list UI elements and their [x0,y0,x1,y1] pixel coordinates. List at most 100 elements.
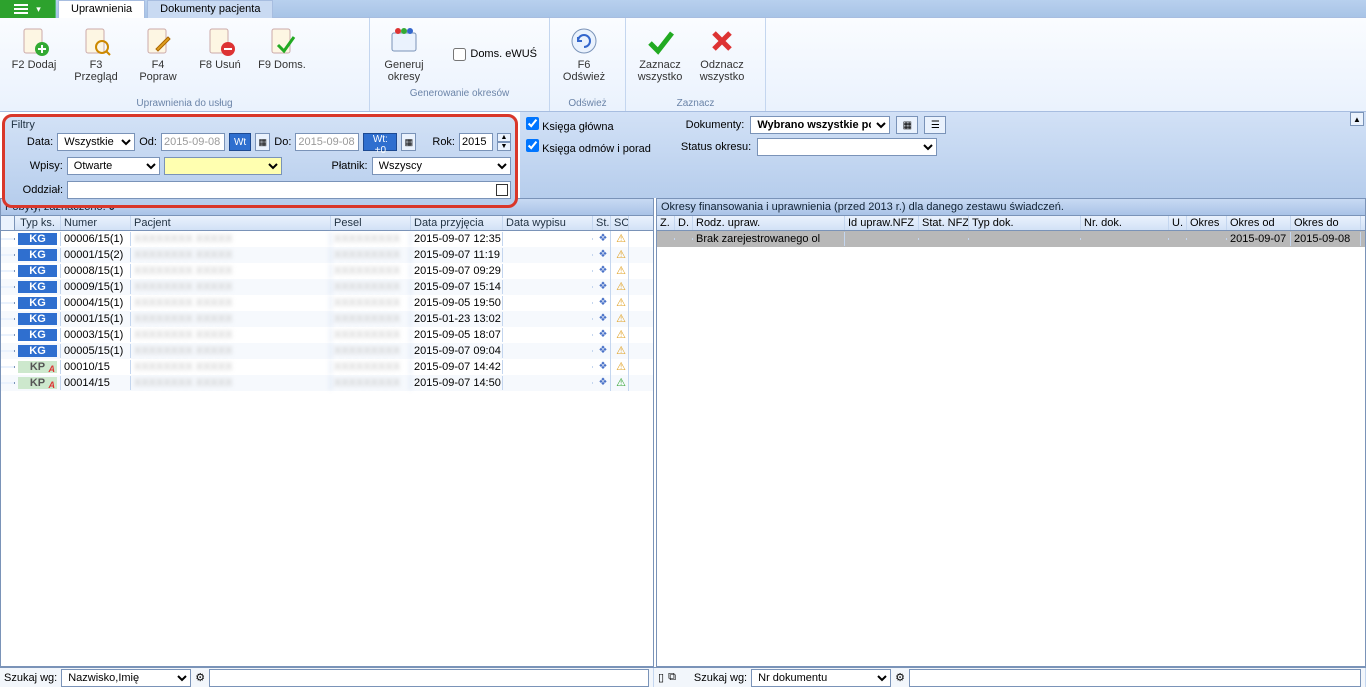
table-row[interactable]: KG00001/15(1)XXXXXXXX XXXXXXXXXXXXXX2015… [1,311,653,327]
view-grid-icon[interactable]: ▦ [896,116,918,134]
col-z[interactable]: Z. [657,216,675,230]
szukaj-right-select[interactable]: Nr dokumentu [751,669,891,687]
status-icon [596,344,610,358]
ribbon-zaznacz-wszystko[interactable]: Zaznacz wszystko [632,20,688,98]
wpisy-select[interactable]: Otwarte [67,157,161,175]
ksiega-odmow-checkbox[interactable]: Księga odmów i porad [526,139,651,155]
table-row[interactable]: KG00003/15(1)XXXXXXXX XXXXXXXXXXXXXX2015… [1,327,653,343]
col-typ[interactable]: Typ ks. [15,216,61,230]
szukaj-left-input[interactable] [209,669,649,687]
dokumenty-select[interactable]: Wybrano wszystkie pozycje [750,116,890,134]
col-data-wypisu[interactable]: Data wypisu [503,216,593,230]
szukaj-right-input[interactable] [909,669,1361,687]
so-icon [614,296,628,310]
ribbon-group4-label: Zaznacz [632,98,759,111]
status-icon [596,248,610,262]
ribbon-group2-label: Generowanie okresów [376,88,543,101]
tab-dokumenty-pacjenta[interactable]: Dokumenty pacjenta [147,0,273,18]
col-pacjent[interactable]: Pacjent [131,216,331,230]
table-row[interactable]: KP00010/15XXXXXXXX XXXXXXXXXXXXXX2015-09… [1,359,653,375]
status-icon [596,376,610,390]
table-row[interactable]: KP00014/15XXXXXXXX XXXXXXXXXXXXXX2015-09… [1,375,653,391]
table-row[interactable]: KG00001/15(2)XXXXXXXX XXXXXXXXXXXXXX2015… [1,247,653,263]
table-row[interactable]: Brak zarejestrowanego ol2015-09-072015-0… [657,231,1365,247]
yellow-select[interactable] [164,157,282,175]
so-icon [614,248,628,262]
od-date-input[interactable] [161,133,225,151]
col-numer[interactable]: Numer [61,216,131,230]
col-pesel[interactable]: Pesel [331,216,411,230]
so-icon [614,232,628,246]
rok-up[interactable]: ▲ [497,133,511,142]
col-nr-dok[interactable]: Nr. dok. [1081,216,1169,230]
so-icon [614,376,628,390]
col-so[interactable]: SO [611,216,629,230]
status-icon [596,328,610,342]
status-icon [596,232,610,246]
ribbon-odznacz-wszystko[interactable]: Odznacz wszystko [694,20,750,98]
data-select[interactable]: Wszystkie [57,133,135,151]
status-icon [596,360,610,374]
do-date-input[interactable] [295,133,359,151]
ribbon-przeglad[interactable]: F3 Przegląd [68,20,124,98]
status-okresu-select[interactable] [757,138,937,156]
filters-title: Filtry [11,119,35,131]
do-label: Do: [274,136,291,148]
ribbon-dodaj[interactable]: F2 Dodaj [6,20,62,98]
col-data-przyjecia[interactable]: Data przyjęcia [411,216,503,230]
szukaj-right-label: Szukaj wg: [694,672,747,684]
cross-icon [706,25,738,57]
do-calendar-button[interactable]: ▦ [401,133,416,151]
table-row[interactable]: KG00009/15(1)XXXXXXXX XXXXXXXXXXXXXX2015… [1,279,653,295]
right-grid[interactable]: Z. D. Rodz. upraw. Id upraw.NFZ Stat. NF… [657,216,1365,666]
do-wt-button[interactable]: Wt: +0 [363,133,397,151]
page-icon[interactable]: ▯ [658,671,664,684]
left-grid[interactable]: Typ ks. Numer Pacjent Pesel Data przyjęc… [1,216,653,666]
col-st[interactable]: St. [593,216,611,230]
platnik-label: Płatnik: [308,160,368,172]
ribbon-odswiez[interactable]: F6 Odśwież [556,20,612,98]
od-wt-button[interactable]: Wt [229,133,251,151]
copy-icon[interactable]: ⧉ [668,671,676,684]
rok-down[interactable]: ▼ [497,142,511,151]
refresh-icon [568,25,600,57]
status-icon [596,312,610,326]
col-d[interactable]: D. [675,216,693,230]
table-row[interactable]: KG00005/15(1)XXXXXXXX XXXXXXXXXXXXXX2015… [1,343,653,359]
col-rodz-upraw[interactable]: Rodz. upraw. [693,216,845,230]
view-list-icon[interactable]: ☰ [924,116,946,134]
dokumenty-label: Dokumenty: [686,119,745,131]
col-stat-nfz[interactable]: Stat. NFZ [919,216,969,230]
ribbon-usun[interactable]: F8 Usuń [192,20,248,98]
table-row[interactable]: KG00004/15(1)XXXXXXXX XXXXXXXXXXXXXX2015… [1,295,653,311]
col-typ-dok[interactable]: Typ dok. [969,216,1081,230]
collapse-filters-button[interactable]: ▲ [1350,112,1364,126]
add-document-icon [18,25,50,57]
col-okres-od[interactable]: Okres od [1227,216,1291,230]
wpisy-label: Wpisy: [9,160,63,172]
gear-icon-right[interactable]: ⚙ [895,671,905,684]
szukaj-left-select[interactable]: Nazwisko,Imię [61,669,191,687]
oddzial-input[interactable] [67,181,511,199]
gear-icon[interactable]: ⚙ [195,671,205,684]
ribbon-generuj-okresy[interactable]: Generuj okresy [376,20,432,88]
main-menu-button[interactable] [0,0,56,18]
table-row[interactable]: KG00006/15(1)XXXXXXXX XXXXXXXXXXXXXX2015… [1,231,653,247]
col-okres-do[interactable]: Okres do [1291,216,1361,230]
col-id-upraw[interactable]: Id upraw.NFZ [845,216,919,230]
platnik-select[interactable]: Wszyscy [372,157,511,175]
table-row[interactable]: KG00008/15(1)XXXXXXXX XXXXXXXXXXXXXX2015… [1,263,653,279]
ribbon-doms[interactable]: F9 Doms. [254,20,310,98]
col-u[interactable]: U. [1169,216,1187,230]
col-okres[interactable]: Okres [1187,216,1227,230]
od-calendar-button[interactable]: ▦ [255,133,270,151]
status-icon [596,264,610,278]
doms-ewus-checkbox[interactable]: Doms. eWUŚ [453,24,537,84]
rok-input[interactable] [459,133,493,151]
ribbon-popraw[interactable]: F4 Popraw [130,20,186,98]
ribbon-group1-label: Uprawnienia do usług [6,98,363,111]
status-icon [596,280,610,294]
ksiega-glowna-checkbox[interactable]: Księga główna [526,117,614,133]
check-icon [644,25,676,57]
tab-uprawnienia[interactable]: Uprawnienia [58,0,145,18]
